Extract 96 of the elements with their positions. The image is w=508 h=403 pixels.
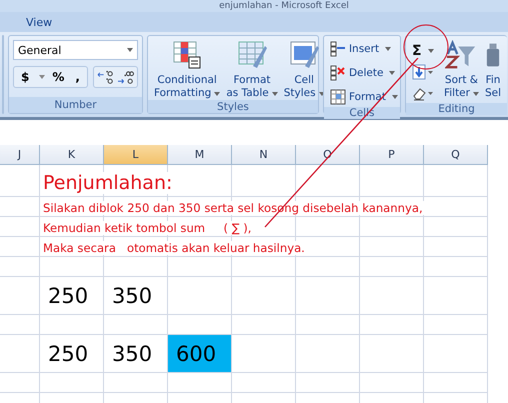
grid-cell bbox=[360, 277, 424, 315]
editing-button[interactable]: Fin Sel bbox=[482, 40, 504, 100]
sort-filter-icon bbox=[445, 40, 478, 70]
grid-cell bbox=[296, 257, 360, 277]
grid-cell bbox=[0, 197, 40, 217]
dropdown-caret-icon bbox=[214, 92, 220, 96]
fill-down-icon[interactable] bbox=[412, 64, 434, 80]
grid-cell bbox=[0, 165, 40, 197]
cells-button[interactable]: Delete bbox=[328, 62, 398, 83]
grid-cell bbox=[40, 315, 104, 335]
grid-cell bbox=[424, 335, 488, 373]
dropdown-caret-icon bbox=[389, 70, 396, 74]
sheet-heading: Penjumlahan: bbox=[43, 172, 172, 194]
grid-cell bbox=[168, 277, 232, 315]
dropdown-caret-icon bbox=[472, 92, 479, 96]
grid-cell bbox=[360, 165, 424, 197]
number-format-button[interactable]: $ bbox=[17, 70, 34, 84]
grid-cell bbox=[0, 335, 40, 373]
grid-cell bbox=[296, 217, 360, 237]
grid-cell bbox=[360, 373, 424, 393]
dropdown-caret-icon bbox=[392, 94, 398, 98]
grid-cell bbox=[40, 257, 104, 277]
delete-cells-icon bbox=[330, 64, 346, 80]
column-header[interactable]: P bbox=[360, 145, 424, 165]
grid-cell bbox=[424, 315, 488, 335]
grid-cell bbox=[0, 237, 40, 257]
table-cell: 350 bbox=[104, 277, 168, 315]
styles-button[interactable]: Conditional Formatting bbox=[152, 40, 222, 100]
insert-cells-icon bbox=[330, 40, 346, 56]
grid-cell bbox=[424, 277, 488, 315]
grid-cell bbox=[168, 373, 232, 393]
grid-cell bbox=[104, 257, 168, 277]
conditional-formatting-icon bbox=[171, 40, 204, 70]
dropdown-caret-icon bbox=[428, 48, 434, 52]
grid-cell bbox=[424, 217, 488, 237]
number-format-dropdown[interactable]: General bbox=[13, 40, 138, 60]
grid-cell bbox=[360, 217, 424, 237]
column-header[interactable]: Q bbox=[424, 145, 488, 165]
increase-decimal-icon[interactable] bbox=[96, 70, 114, 84]
grid-cell bbox=[232, 257, 296, 277]
grid-cell bbox=[424, 165, 488, 197]
window-title: enjumlahan - Microsoft Excel bbox=[218, 1, 349, 11]
decrease-decimal-icon[interactable] bbox=[116, 70, 134, 84]
number-format-button[interactable]: % bbox=[48, 70, 68, 84]
grid-cell bbox=[104, 315, 168, 335]
grid-cell bbox=[168, 257, 232, 277]
grid-cell bbox=[360, 335, 424, 373]
grid-cell bbox=[0, 277, 40, 315]
dropdown-caret-icon bbox=[126, 48, 133, 52]
ribbon-tab[interactable]: View bbox=[18, 14, 60, 30]
grid-cell bbox=[360, 237, 424, 257]
group-label: Editing bbox=[438, 103, 475, 115]
grid-cell bbox=[424, 373, 488, 393]
grid-cell bbox=[0, 217, 40, 237]
dropdown-caret-icon bbox=[385, 46, 392, 50]
editing-button[interactable]: Sort & Filter bbox=[442, 40, 481, 100]
table-cell: 600 bbox=[168, 335, 232, 373]
column-header[interactable]: J bbox=[0, 145, 40, 165]
number-format-button[interactable]: , bbox=[71, 70, 84, 84]
group-label: Number bbox=[54, 99, 97, 111]
table-cell: 250 bbox=[40, 277, 104, 315]
cell-styles-icon bbox=[288, 40, 320, 70]
column-header[interactable]: L bbox=[104, 145, 168, 165]
grid-cell bbox=[232, 277, 296, 315]
grid-cell bbox=[0, 315, 40, 335]
instruction-text: Kemudian ketik tombol sum ( ∑ ), bbox=[43, 221, 252, 235]
grid-cell bbox=[0, 373, 40, 393]
grid-cell bbox=[424, 257, 488, 277]
grid-cell bbox=[296, 373, 360, 393]
styles-button[interactable]: Format as Table bbox=[224, 40, 280, 100]
grid-cell bbox=[296, 335, 360, 373]
column-header[interactable]: M bbox=[168, 145, 232, 165]
grid-cell bbox=[296, 277, 360, 315]
grid-cell bbox=[296, 165, 360, 197]
grid-cell bbox=[360, 315, 424, 335]
grid-cell bbox=[232, 373, 296, 393]
group-label: Styles bbox=[217, 100, 249, 112]
grid-cell bbox=[360, 257, 424, 277]
column-header[interactable]: K bbox=[40, 145, 104, 165]
grid-cell bbox=[232, 335, 296, 373]
grid-cell bbox=[0, 257, 40, 277]
grid-cell bbox=[104, 373, 168, 393]
format-cells-icon bbox=[330, 88, 346, 104]
cells-button[interactable]: Insert bbox=[328, 38, 394, 59]
format-table-icon bbox=[236, 40, 268, 70]
grid-cell bbox=[424, 237, 488, 257]
grid-cell bbox=[232, 315, 296, 335]
highlight-circle bbox=[403, 24, 449, 70]
grid-cell bbox=[40, 373, 104, 393]
instruction-text: Maka secara otomatis akan keluar hasilnya. bbox=[43, 241, 306, 255]
dropdown-caret-icon bbox=[39, 75, 46, 79]
grid-cell bbox=[232, 165, 296, 197]
column-header[interactable]: N bbox=[232, 145, 296, 165]
grid-cell bbox=[296, 315, 360, 335]
table-cell: 250 bbox=[40, 335, 104, 373]
dropdown-caret-icon bbox=[272, 92, 278, 96]
